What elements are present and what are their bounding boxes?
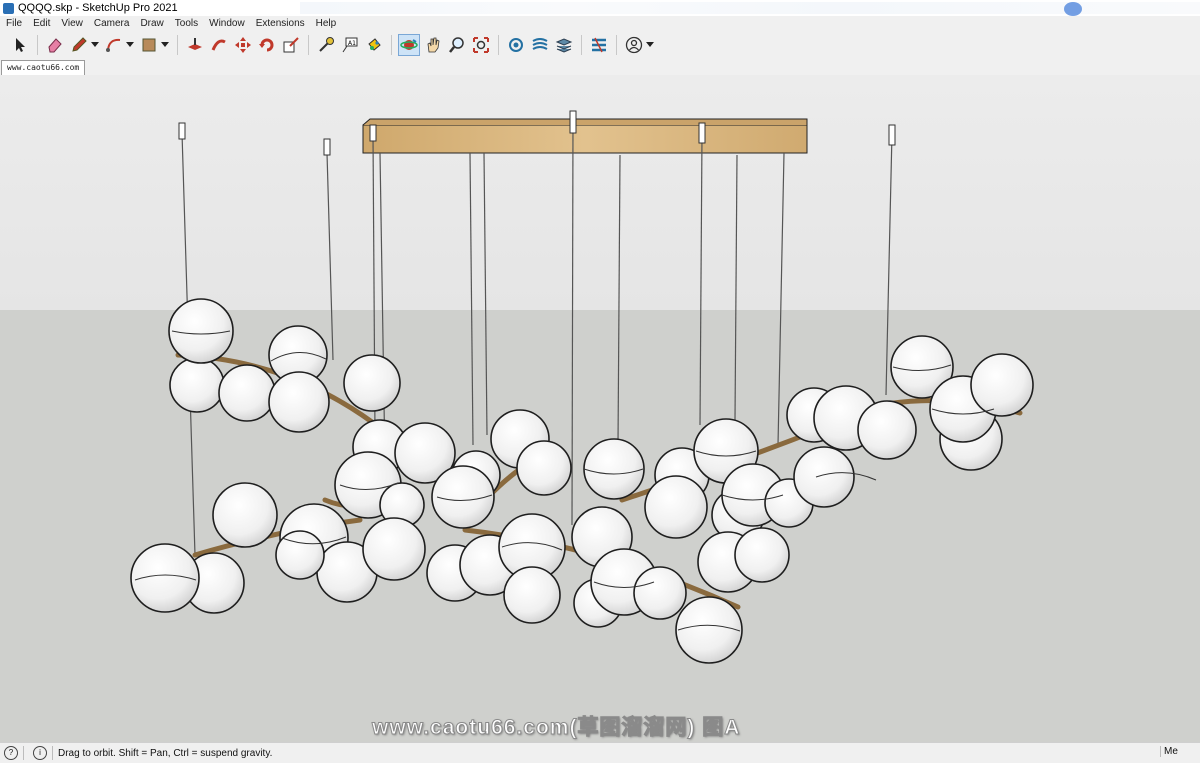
account-dropdown-icon[interactable] bbox=[646, 34, 654, 56]
ceiling-canopy bbox=[362, 118, 808, 154]
svg-text:A1: A1 bbox=[348, 40, 356, 47]
pencil-dropdown-icon[interactable] bbox=[91, 34, 99, 56]
glass-globes bbox=[130, 298, 1034, 664]
model-viewport[interactable]: www.caotu66.com(草图溜溜网) 图A bbox=[0, 75, 1200, 742]
arc-dropdown-icon[interactable] bbox=[126, 34, 134, 56]
rotate-icon[interactable] bbox=[256, 34, 278, 56]
account-icon[interactable] bbox=[623, 34, 645, 56]
eraser-icon[interactable] bbox=[44, 34, 66, 56]
menu-window[interactable]: Window bbox=[203, 18, 250, 29]
tape-measure-icon[interactable] bbox=[315, 34, 337, 56]
move-icon[interactable] bbox=[232, 34, 254, 56]
menu-bar: File Edit View Camera Draw Tools Window … bbox=[0, 16, 1200, 31]
toolbar-separator bbox=[308, 35, 309, 55]
layout-icon[interactable] bbox=[553, 34, 575, 56]
browser-profile-icon bbox=[1064, 2, 1082, 16]
toolbar-separator bbox=[37, 35, 38, 55]
zoom-icon[interactable] bbox=[446, 34, 468, 56]
paint-bucket-icon[interactable] bbox=[363, 34, 385, 56]
title-bar: QQQQ.skp - SketchUp Pro 2021 bbox=[0, 0, 1200, 16]
menu-tools[interactable]: Tools bbox=[169, 18, 203, 29]
status-divider bbox=[23, 746, 24, 760]
status-bar: ? i Drag to orbit. Shift = Pan, Ctrl = s… bbox=[0, 742, 1200, 763]
window-title: QQQQ.skp - SketchUp Pro 2021 bbox=[18, 2, 178, 14]
menu-extensions[interactable]: Extensions bbox=[250, 18, 310, 29]
chandelier-model bbox=[130, 110, 1034, 664]
warehouse-icon[interactable] bbox=[505, 34, 527, 56]
select-icon[interactable] bbox=[9, 34, 31, 56]
arc-icon[interactable] bbox=[103, 34, 125, 56]
watermark-text: www.caotu66.com(草图溜溜网) 图A bbox=[371, 716, 741, 740]
menu-view[interactable]: View bbox=[55, 18, 88, 29]
follow-me-icon[interactable] bbox=[208, 34, 230, 56]
push-pull-icon[interactable] bbox=[184, 34, 206, 56]
main-toolbar: A1 bbox=[0, 31, 1200, 60]
scene-tabs-bar: www.caotu66.com bbox=[0, 59, 1200, 75]
measurements-box[interactable]: Me bbox=[1160, 746, 1200, 757]
pencil-icon[interactable] bbox=[68, 34, 90, 56]
menu-camera[interactable]: Camera bbox=[88, 18, 135, 29]
sketchup-app-icon bbox=[3, 2, 14, 14]
pan-icon[interactable] bbox=[422, 34, 444, 56]
toolbar-separator bbox=[391, 35, 392, 55]
orbit-icon[interactable] bbox=[398, 34, 420, 56]
extension-warehouse-icon[interactable] bbox=[529, 34, 551, 56]
geo-location-icon[interactable]: ? bbox=[4, 746, 18, 760]
status-message: Drag to orbit. Shift = Pan, Ctrl = suspe… bbox=[58, 747, 273, 759]
text-icon[interactable]: A1 bbox=[339, 34, 361, 56]
toolbar-separator bbox=[177, 35, 178, 55]
menu-edit[interactable]: Edit bbox=[27, 18, 55, 29]
zoom-extents-icon[interactable] bbox=[470, 34, 492, 56]
menu-draw[interactable]: Draw bbox=[134, 18, 168, 29]
toolbar-separator bbox=[581, 35, 582, 55]
menu-help[interactable]: Help bbox=[310, 18, 342, 29]
toolbar-separator bbox=[498, 35, 499, 55]
info-icon[interactable]: i bbox=[33, 746, 47, 760]
menu-file[interactable]: File bbox=[0, 18, 27, 29]
status-divider bbox=[52, 746, 53, 760]
extension-manager-icon[interactable] bbox=[588, 34, 610, 56]
toolbar-separator bbox=[616, 35, 617, 55]
rectangle-icon[interactable] bbox=[138, 34, 160, 56]
scale-icon[interactable] bbox=[280, 34, 302, 56]
rectangle-dropdown-icon[interactable] bbox=[161, 34, 169, 56]
scene-tab[interactable]: www.caotu66.com bbox=[1, 60, 86, 75]
